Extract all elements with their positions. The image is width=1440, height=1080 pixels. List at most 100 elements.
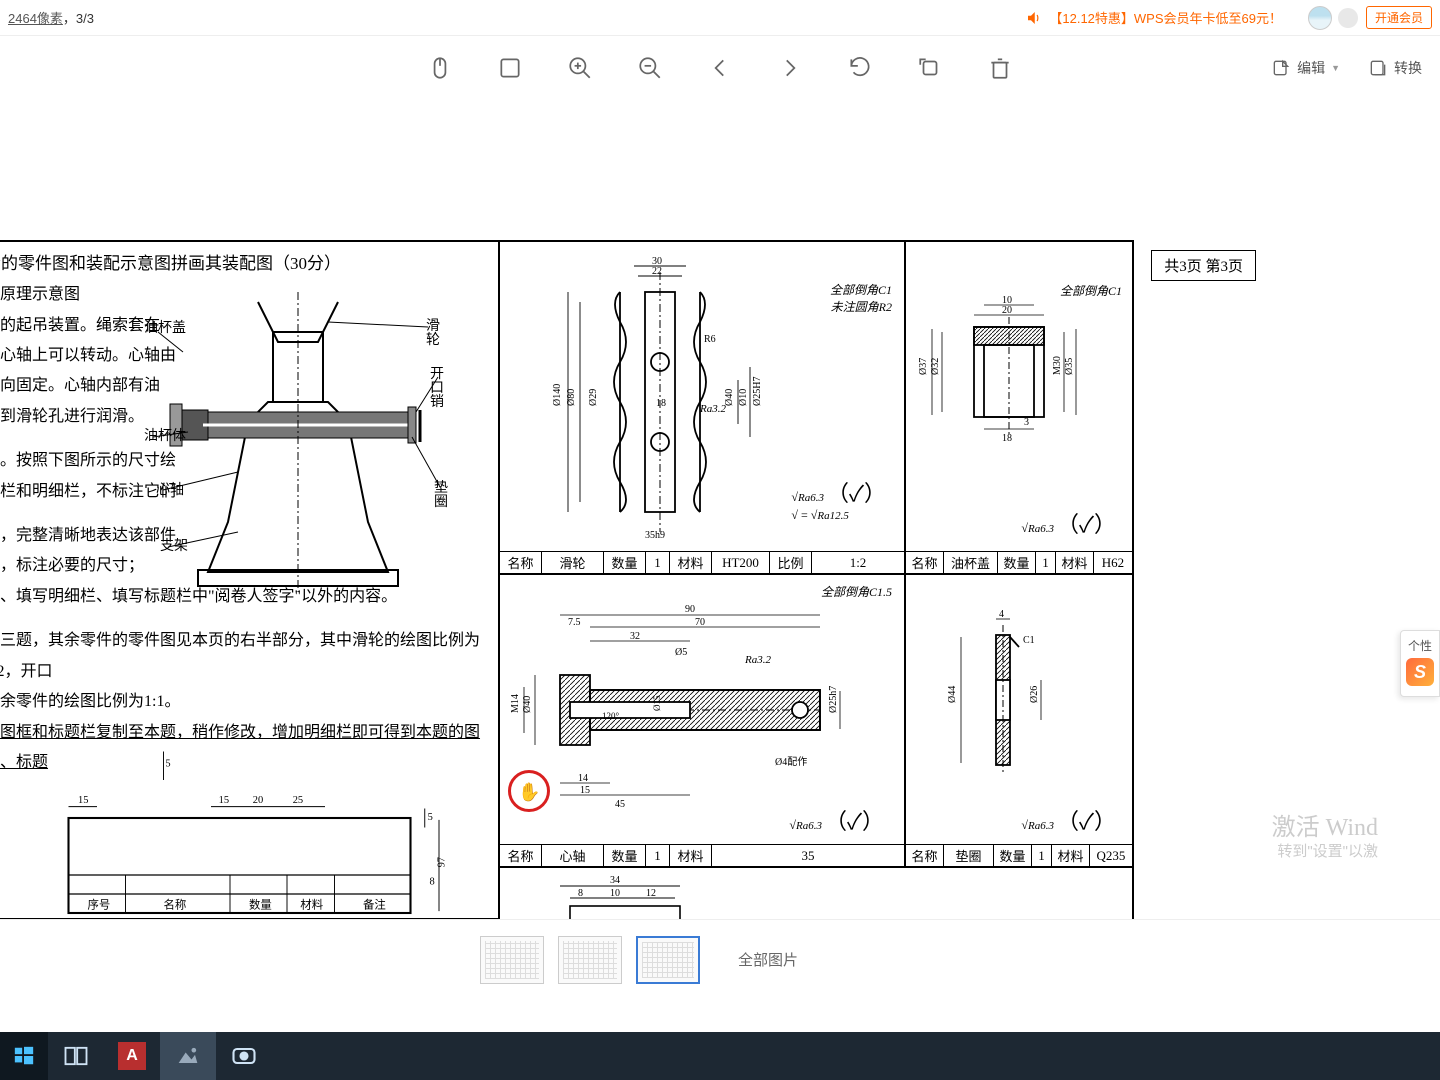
thumbnail-1[interactable] bbox=[480, 936, 544, 984]
chevron-down-icon: ▼ bbox=[1331, 63, 1340, 73]
sogou-ime-badge[interactable]: 个性 S bbox=[1400, 630, 1440, 697]
text-line: 其余零件的绘图比例为1:1。 bbox=[0, 687, 490, 717]
ra-label: Ra6.3 bbox=[798, 492, 824, 504]
note: 全部倒角C1.5 bbox=[821, 583, 892, 600]
svg-text:15: 15 bbox=[219, 795, 229, 806]
delete-icon[interactable] bbox=[983, 51, 1017, 85]
rotate-left-icon[interactable] bbox=[843, 51, 877, 85]
svg-text:Ra3.2: Ra3.2 bbox=[699, 403, 726, 415]
start-button[interactable] bbox=[0, 1032, 48, 1080]
frame-dimension-sketch: 15 15 20 25 5 5 8 97 序号 名称 数量 材料 备注 bbox=[0, 742, 460, 920]
svg-text:45: 45 bbox=[615, 799, 625, 810]
svg-text:70: 70 bbox=[695, 617, 705, 628]
callout-washer: 垫圈 bbox=[434, 482, 448, 510]
callout-oilcap: 油杯盖 bbox=[144, 322, 186, 336]
speaker-icon bbox=[1025, 9, 1043, 27]
svg-text:20: 20 bbox=[1002, 305, 1012, 316]
svg-text:M30: M30 bbox=[1052, 356, 1063, 375]
page-position: ，3/3 bbox=[63, 8, 94, 27]
windows-activation-watermark: 激活 Wind bbox=[1272, 807, 1378, 842]
svg-text:Ø5: Ø5 bbox=[675, 647, 687, 658]
user-avatar[interactable] bbox=[1308, 6, 1332, 30]
svg-text:18: 18 bbox=[1002, 433, 1012, 444]
mouse-mode-icon[interactable] bbox=[423, 51, 457, 85]
assembly-sketch: 油杯盖 油杯体 心轴 支架 滑轮 开口销 垫圈 bbox=[148, 272, 448, 602]
svg-text:Ø37: Ø37 bbox=[918, 358, 929, 375]
convert-button[interactable]: 转换 bbox=[1368, 58, 1422, 78]
panel-oilcap: 20 10 Ø37 Ø32 M30 Ø35 3 18 全部倒角C1 √Ra6.3… bbox=[904, 240, 1134, 575]
svg-text:Ra3.2: Ra3.2 bbox=[744, 654, 771, 666]
ra-label: Ra6.3 bbox=[1028, 820, 1054, 832]
svg-text:25: 25 bbox=[293, 795, 303, 806]
svg-text:Ø4配作: Ø4配作 bbox=[775, 756, 807, 768]
image-resolution-link[interactable]: 2464像素 bbox=[8, 8, 63, 27]
titleblock-washer: 名称 垫圈 数量 1 材料 Q235 bbox=[906, 844, 1132, 866]
resolution-text: 2464像素 bbox=[8, 11, 63, 26]
svg-text:Ø10: Ø10 bbox=[738, 389, 749, 406]
svg-text:14: 14 bbox=[578, 773, 588, 784]
windows-taskbar: A bbox=[0, 1032, 1440, 1080]
panel-shaft: 90 7.5 70 32 Ø5 14 15 45 M14 Ø40 Ø25h7 1… bbox=[498, 573, 906, 868]
text-line: 第三题，其余零件的零件图见本页的右半部分，其中滑轮的绘图比例为1:2，开口 bbox=[0, 626, 490, 687]
edit-menu[interactable]: 编辑 ▼ bbox=[1271, 58, 1340, 78]
titleblock-oilcap: 名称 油杯盖 数量 1 材料 H62 bbox=[906, 551, 1132, 573]
app-autocad-icon[interactable]: A bbox=[104, 1032, 160, 1080]
thumbnail-2[interactable] bbox=[558, 936, 622, 984]
panel-washer: 4 Ø44 Ø26 C1 √Ra6.3 （✓） 名称 垫圈 数量 1 材料 Q2… bbox=[904, 573, 1134, 868]
svg-text:Ø26: Ø26 bbox=[1029, 686, 1040, 703]
callout-shaft: 心轴 bbox=[156, 484, 184, 498]
svg-text:90: 90 bbox=[685, 604, 695, 615]
coin-icon[interactable] bbox=[1338, 8, 1358, 28]
panel-assembly: 轮的零件图和装配示意图拼画其装配图（30分） 作原理示意图 单的起吊装置。绳索套… bbox=[0, 240, 500, 920]
hand-cursor-icon: ✋ bbox=[518, 782, 540, 803]
side-badge-label: 个性 bbox=[1405, 637, 1435, 654]
svg-text:M14: M14 bbox=[510, 694, 521, 713]
svg-text:3: 3 bbox=[1024, 417, 1029, 428]
svg-text:Ø29: Ø29 bbox=[588, 389, 599, 406]
ra-label: Ra6.3 bbox=[796, 820, 822, 832]
callout-oilbody: 油杯体 bbox=[144, 430, 186, 444]
promo-banner[interactable]: 【12.12特惠】WPS会员年卡低至69元！ bbox=[1025, 8, 1282, 27]
svg-text:20: 20 bbox=[253, 795, 263, 806]
thumbnail-3[interactable] bbox=[636, 936, 700, 984]
promo-text: 【12.12特惠】WPS会员年卡低至69元！ bbox=[1049, 8, 1282, 27]
svg-text:120°: 120° bbox=[602, 711, 620, 721]
svg-text:材料: 材料 bbox=[300, 897, 323, 911]
task-view-icon[interactable] bbox=[48, 1032, 104, 1080]
svg-text:35h9: 35h9 bbox=[645, 530, 665, 541]
image-viewer[interactable]: 共3页 第3页 轮的零件图和装配示意图拼画其装配图（30分） 作原理示意图 单的… bbox=[0, 100, 1268, 920]
next-icon[interactable] bbox=[773, 51, 807, 85]
svg-text:4: 4 bbox=[999, 609, 1004, 620]
zoom-out-icon[interactable] bbox=[633, 51, 667, 85]
svg-text:Ø35: Ø35 bbox=[1064, 358, 1075, 375]
callout-pulley: 滑轮 bbox=[426, 320, 448, 348]
app-header: 2464像素 ，3/3 【12.12特惠】WPS会员年卡低至69元！ 开通会员 bbox=[0, 0, 1440, 36]
svg-text:5: 5 bbox=[428, 812, 433, 823]
rotate-right-icon[interactable] bbox=[913, 51, 947, 85]
open-vip-button[interactable]: 开通会员 bbox=[1366, 6, 1432, 29]
zoom-in-icon[interactable] bbox=[563, 51, 597, 85]
svg-text:32: 32 bbox=[630, 631, 640, 642]
svg-text:Ø15: Ø15 bbox=[652, 695, 662, 711]
svg-text:Ø32: Ø32 bbox=[930, 358, 941, 375]
svg-text:备注: 备注 bbox=[363, 897, 386, 911]
thumbs-label[interactable]: 全部图片 bbox=[738, 949, 798, 970]
svg-text:Ø80: Ø80 bbox=[566, 389, 577, 406]
svg-text:15: 15 bbox=[78, 795, 88, 806]
svg-text:10: 10 bbox=[610, 888, 620, 899]
svg-text:Ø44: Ø44 bbox=[947, 686, 958, 703]
app-recorder-icon[interactable] bbox=[216, 1032, 272, 1080]
callout-bracket: 支架 bbox=[160, 540, 188, 554]
svg-text:Ø40: Ø40 bbox=[522, 696, 533, 713]
svg-text:12: 12 bbox=[646, 888, 656, 899]
svg-text:8: 8 bbox=[578, 888, 583, 899]
note: 未注圆角R2 bbox=[830, 299, 892, 316]
svg-text:Ø140: Ø140 bbox=[552, 384, 563, 406]
svg-text:Ø25h7: Ø25h7 bbox=[828, 686, 839, 713]
app-image-viewer-icon[interactable] bbox=[160, 1032, 216, 1080]
svg-text:Ø25H7: Ø25H7 bbox=[752, 377, 763, 406]
svg-text:R6: R6 bbox=[704, 334, 716, 345]
fit-screen-icon[interactable] bbox=[493, 51, 527, 85]
titleblock-shaft: 名称 心轴 数量 1 材料 35 bbox=[500, 844, 904, 866]
prev-icon[interactable] bbox=[703, 51, 737, 85]
